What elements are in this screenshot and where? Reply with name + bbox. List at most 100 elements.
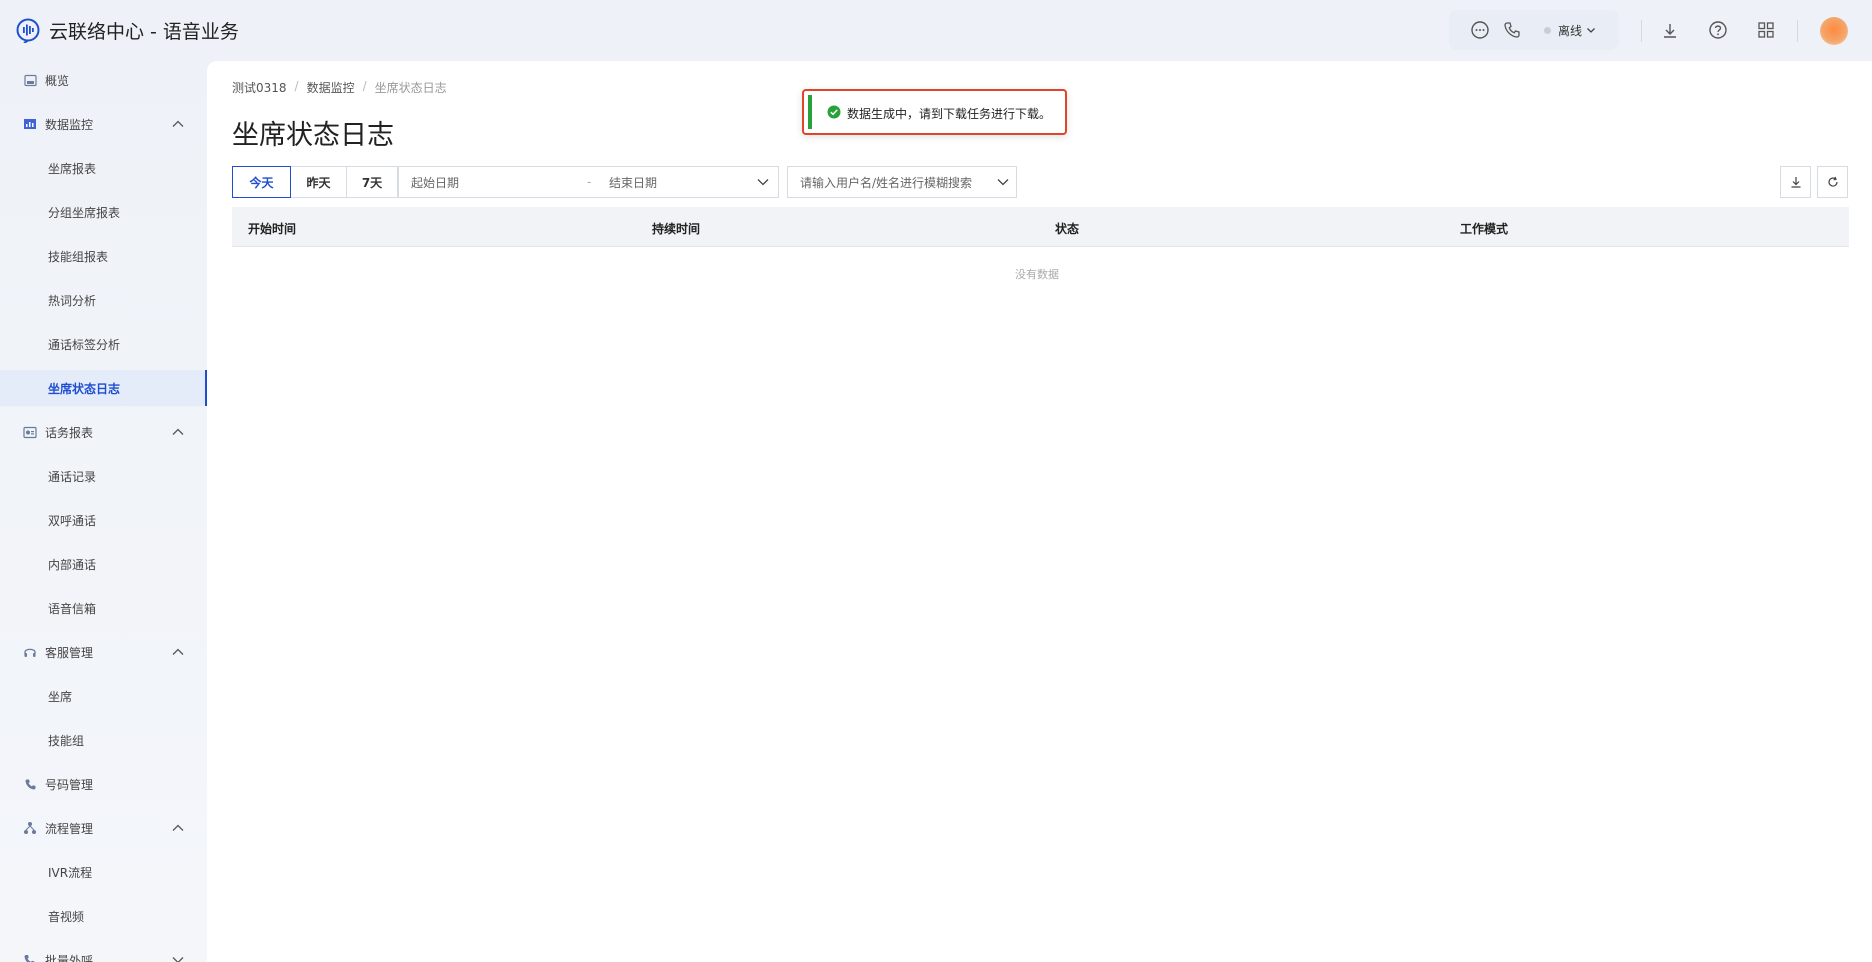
start-date-input[interactable]: 起始日期 bbox=[411, 174, 459, 191]
top-header: 云联络中心 - 语音业务 离线 bbox=[0, 0, 1872, 60]
page-title: 坐席状态日志 bbox=[232, 120, 394, 151]
check-circle-icon bbox=[827, 105, 841, 119]
sidebar-item-data-monitor[interactable]: 数据监控 bbox=[0, 106, 207, 142]
breadcrumb-current: 坐席状态日志 bbox=[374, 81, 447, 95]
table-empty-text: 没有数据 bbox=[1015, 268, 1059, 281]
sidebar-item-label: 流程管理 bbox=[45, 821, 94, 836]
chevron-down-icon[interactable] bbox=[756, 175, 770, 189]
sidebar-item-label: 客服管理 bbox=[45, 645, 94, 660]
sidebar-item-number-management[interactable]: 号码管理 bbox=[0, 766, 207, 802]
sidebar-item-label: 批量外呼 bbox=[45, 953, 94, 962]
sidebar-item-label: 分组坐席报表 bbox=[48, 205, 121, 220]
flow-icon bbox=[23, 821, 37, 835]
refresh-icon bbox=[1827, 176, 1838, 187]
header-divider bbox=[1641, 20, 1642, 42]
breadcrumb: 测试0318 / 数据监控 / 坐席状态日志 bbox=[232, 79, 447, 96]
column-header-work-mode[interactable]: 工作模式 bbox=[1460, 220, 1508, 237]
sidebar-item-ivr-flow[interactable]: IVR流程 bbox=[0, 854, 207, 890]
range-7days-button[interactable]: 7天 bbox=[346, 166, 398, 198]
status-dot bbox=[1544, 26, 1551, 34]
header-divider bbox=[1797, 20, 1798, 42]
sidebar-item-group-agent-report[interactable]: 分组坐席报表 bbox=[0, 194, 207, 230]
sidebar-item-label: 话务报表 bbox=[45, 425, 94, 440]
sidebar-item-label: 坐席报表 bbox=[48, 161, 97, 176]
chevron-up-icon bbox=[172, 824, 184, 831]
sidebar-item-label: IVR流程 bbox=[48, 865, 93, 880]
sidebar-item-label: 坐席状态日志 bbox=[48, 381, 121, 396]
export-button[interactable] bbox=[1780, 166, 1811, 198]
sidebar-item-label: 数据监控 bbox=[45, 117, 94, 132]
chevron-down-icon bbox=[172, 957, 184, 962]
batch-call-icon bbox=[23, 953, 37, 962]
app-title: 云联络中心 - 语音业务 bbox=[49, 20, 239, 43]
sidebar-item-batch-outbound[interactable]: 批量外呼 bbox=[0, 942, 207, 962]
date-range-separator: - bbox=[587, 175, 592, 189]
date-range-picker[interactable]: 起始日期 - 结束日期 bbox=[398, 166, 779, 198]
sidebar-item-skill-groups[interactable]: 技能组 bbox=[0, 722, 207, 758]
sidebar-item-voicemail[interactable]: 语音信箱 bbox=[0, 590, 207, 626]
breadcrumb-separator: / bbox=[362, 79, 367, 93]
header-tools: 离线 bbox=[1449, 10, 1619, 50]
sidebar-item-label: 通话标签分析 bbox=[48, 337, 121, 352]
range-today-button[interactable]: 今天 bbox=[232, 166, 291, 198]
sidebar-item-audio-video[interactable]: 音视频 bbox=[0, 898, 207, 934]
chevron-down-icon[interactable] bbox=[1584, 18, 1598, 42]
sidebar-item-traffic-report[interactable]: 话务报表 bbox=[0, 414, 207, 450]
sidebar-item-agent-status-log[interactable]: 坐席状态日志 bbox=[0, 370, 207, 406]
sidebar-item-label: 音视频 bbox=[48, 909, 85, 924]
sidebar-item-label: 坐席 bbox=[48, 689, 73, 704]
sidebar-item-skill-group-report[interactable]: 技能组报表 bbox=[0, 238, 207, 274]
phone-icon bbox=[23, 777, 37, 791]
phone-call-icon[interactable] bbox=[1500, 18, 1524, 42]
chevron-up-icon bbox=[172, 648, 184, 655]
sidebar-item-call-records[interactable]: 通话记录 bbox=[0, 458, 207, 494]
column-header-start-time[interactable]: 开始时间 bbox=[248, 220, 296, 237]
sidebar-item-label: 号码管理 bbox=[45, 777, 94, 792]
sidebar-item-agent-report[interactable]: 坐席报表 bbox=[0, 150, 207, 186]
user-search-placeholder: 请输入用户名/姓名进行模糊搜索 bbox=[800, 175, 973, 190]
main-content: 测试0318 / 数据监控 / 坐席状态日志 坐席状态日志 今天 昨天 7天 起… bbox=[207, 61, 1872, 962]
chat-icon[interactable] bbox=[1468, 18, 1492, 42]
sidebar-item-label: 技能组报表 bbox=[48, 249, 109, 264]
breadcrumb-item[interactable]: 测试0318 bbox=[232, 79, 287, 96]
breadcrumb-item[interactable]: 数据监控 bbox=[307, 79, 355, 96]
chevron-up-icon bbox=[172, 120, 184, 127]
chevron-up-icon bbox=[172, 428, 184, 435]
sidebar: 概览 数据监控 坐席报表 分组坐席报表 技能组报表 热词分析 通话标签分析 坐席… bbox=[0, 60, 207, 962]
quick-range-selector: 今天 昨天 7天 bbox=[232, 166, 398, 198]
toast-accent-bar bbox=[808, 95, 812, 129]
toast-notification: 数据生成中，请到下载任务进行下载。 bbox=[802, 89, 1067, 135]
sidebar-item-overview[interactable]: 概览 bbox=[0, 62, 207, 98]
download-icon[interactable] bbox=[1658, 19, 1682, 43]
refresh-button[interactable] bbox=[1817, 166, 1848, 198]
report-icon bbox=[23, 425, 37, 439]
apps-grid-icon[interactable] bbox=[1754, 18, 1778, 42]
sidebar-item-label: 通话记录 bbox=[48, 469, 97, 484]
sidebar-item-internal-call[interactable]: 内部通话 bbox=[0, 546, 207, 582]
range-yesterday-button[interactable]: 昨天 bbox=[290, 166, 347, 198]
end-date-input[interactable]: 结束日期 bbox=[609, 174, 657, 191]
sidebar-item-hotword-analysis[interactable]: 热词分析 bbox=[0, 282, 207, 318]
sidebar-item-agents[interactable]: 坐席 bbox=[0, 678, 207, 714]
sidebar-item-customer-service[interactable]: 客服管理 bbox=[0, 634, 207, 670]
chevron-down-icon[interactable] bbox=[996, 175, 1010, 189]
sidebar-item-label: 语音信箱 bbox=[48, 601, 97, 616]
sidebar-item-label: 内部通话 bbox=[48, 557, 97, 572]
user-avatar[interactable] bbox=[1820, 17, 1848, 45]
app-logo-icon bbox=[16, 18, 40, 43]
headset-icon bbox=[23, 645, 37, 659]
sidebar-item-label: 热词分析 bbox=[48, 293, 97, 308]
help-icon[interactable] bbox=[1706, 18, 1730, 42]
logo: 云联络中心 - 语音业务 bbox=[15, 17, 239, 44]
table-header: 开始时间 持续时间 状态 工作模式 bbox=[232, 207, 1849, 247]
sidebar-item-flow-management[interactable]: 流程管理 bbox=[0, 810, 207, 846]
sidebar-item-label: 技能组 bbox=[48, 733, 85, 748]
sidebar-item-call-tag-analysis[interactable]: 通话标签分析 bbox=[0, 326, 207, 362]
column-header-duration[interactable]: 持续时间 bbox=[652, 220, 700, 237]
column-header-status[interactable]: 状态 bbox=[1055, 220, 1079, 237]
sidebar-item-dual-call[interactable]: 双呼通话 bbox=[0, 502, 207, 538]
sidebar-item-label: 概览 bbox=[45, 73, 70, 88]
user-search-select[interactable]: 请输入用户名/姓名进行模糊搜索 bbox=[787, 166, 1017, 198]
agent-status-dropdown[interactable]: 离线 bbox=[1558, 22, 1582, 39]
overview-icon bbox=[23, 73, 37, 87]
